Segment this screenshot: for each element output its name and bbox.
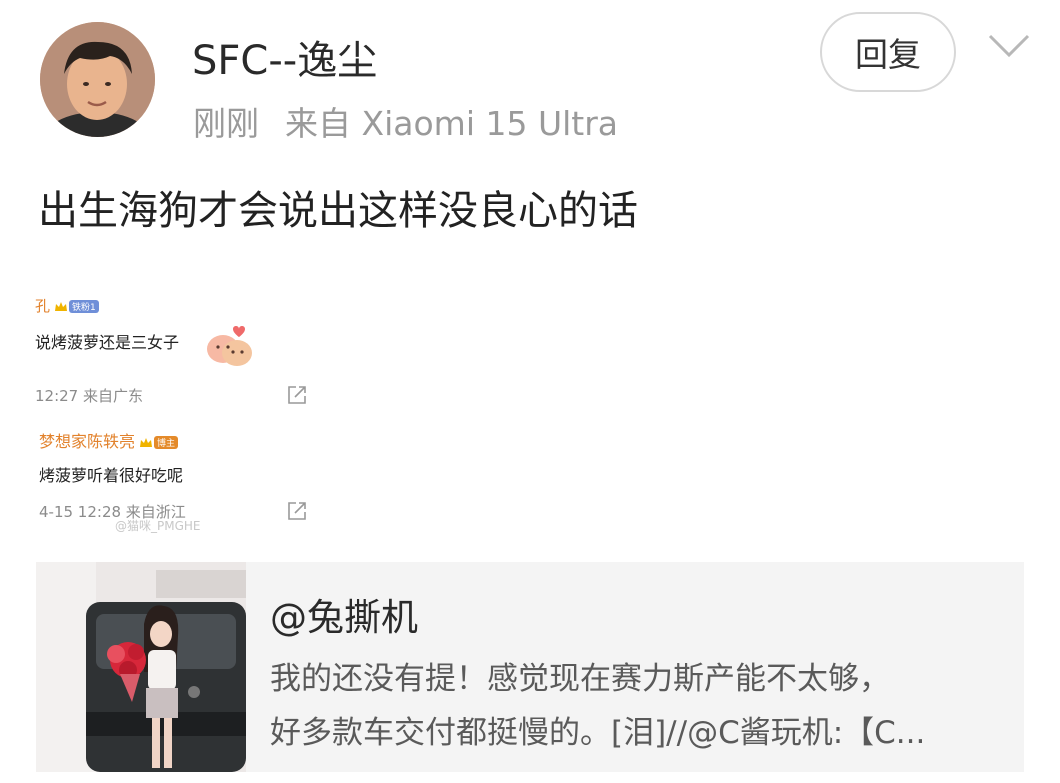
comment1-name: 孔 [35, 297, 51, 315]
comment1-badge: 铁粉1 [69, 300, 99, 313]
comment1-text: 说烤菠萝还是三女子 [35, 333, 180, 352]
chevron-down-icon[interactable] [986, 28, 1032, 64]
comment2-badge: 博主 [154, 436, 179, 449]
comment2-author: 梦想家陈轶亮 博主 [39, 428, 179, 452]
repost-username[interactable]: @兔撕机 [270, 587, 418, 641]
repost-text-line1: 我的还没有提！感觉现在赛力斯产能不太够， [270, 661, 890, 697]
repost-thumbnail-image [36, 562, 246, 772]
comment1-time: 12:27 来自广东 [35, 387, 143, 405]
repost-text-line2: 好多款车交付都挺慢的。[泪]//@C酱玩机:【C... [270, 715, 926, 751]
crown-icon [140, 438, 153, 447]
comment1-author: 孔 铁粉1 [35, 295, 99, 316]
username[interactable]: SFC--逸尘 [192, 28, 377, 86]
share-icon [288, 502, 306, 520]
post-content: 出生海狗才会说出这样没良心的话 [38, 188, 638, 234]
repost-text: 我的还没有提！感觉现在赛力斯产能不太够， 好多款车交付都挺慢的。[泪]//@C酱… [270, 652, 1010, 760]
avatar-image [40, 22, 155, 137]
emoji-icon [207, 326, 252, 366]
repost-card[interactable]: @兔撕机 我的还没有提！感觉现在赛力斯产能不太够， 好多款车交付都挺慢的。[泪]… [36, 562, 1024, 772]
comment2-text: 烤菠萝听着很好吃呢 [39, 466, 184, 485]
reply-button[interactable]: 回复 [820, 12, 956, 92]
avatar[interactable] [40, 22, 155, 137]
share-icon [288, 386, 306, 404]
post-time: 刚刚 [193, 104, 259, 143]
watermark: @猫咪_PMGHE [115, 519, 201, 533]
comment2-name: 梦想家陈轶亮 [39, 432, 136, 451]
post-source: 来自 Xiaomi 15 Ultra [285, 104, 619, 143]
repost-thumbnail [36, 562, 246, 772]
post-meta: 刚刚 来自 Xiaomi 15 Ultra [193, 97, 618, 145]
crown-icon [55, 302, 68, 311]
embedded-comment-image[interactable]: 孔 铁粉1 说烤菠萝还是三女子 12:27 来自广东 梦想家陈轶亮 博主 烤菠萝听着… [35, 287, 320, 535]
